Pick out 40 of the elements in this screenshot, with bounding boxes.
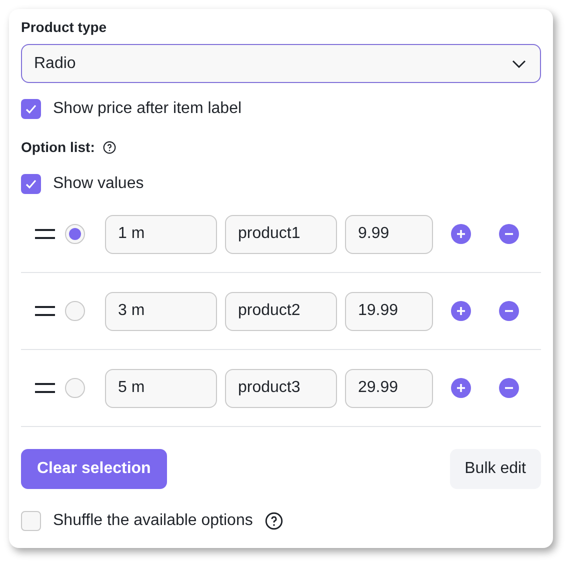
- value-field[interactable]: product3: [225, 368, 337, 408]
- plus-icon: [456, 229, 466, 239]
- price-field[interactable]: 29.99: [345, 368, 433, 408]
- add-button[interactable]: [451, 224, 471, 244]
- bulk-edit-button[interactable]: Bulk edit: [450, 449, 541, 489]
- checkbox[interactable]: [21, 174, 41, 194]
- radio-button[interactable]: [65, 301, 85, 321]
- radio-button[interactable]: [65, 224, 85, 244]
- check-icon: [24, 177, 38, 191]
- chevron-down-icon: [512, 60, 526, 68]
- drag-handle-icon[interactable]: [35, 305, 55, 317]
- checkbox-label: Show price after item label: [53, 99, 242, 119]
- checkbox-label: Show values: [53, 174, 144, 194]
- field-label: Product type: [21, 18, 108, 37]
- drag-handle-icon[interactable]: [35, 382, 55, 394]
- plus-icon: [456, 306, 466, 316]
- value-field[interactable]: product1: [225, 214, 337, 254]
- remove-button[interactable]: [499, 301, 519, 321]
- help-icon: [102, 141, 116, 154]
- add-button[interactable]: [451, 301, 471, 321]
- add-button[interactable]: [451, 378, 471, 398]
- clear-selection-button[interactable]: Clear selection: [21, 449, 167, 489]
- checkbox[interactable]: [21, 99, 41, 119]
- price-field[interactable]: 9.99: [345, 214, 433, 254]
- radio-button[interactable]: [65, 378, 85, 398]
- label-field[interactable]: 3 m: [105, 292, 217, 330]
- label-field[interactable]: 5 m: [105, 368, 217, 408]
- drag-handle-icon[interactable]: [35, 228, 55, 240]
- remove-button[interactable]: [499, 378, 519, 398]
- label-field[interactable]: 1 m: [105, 214, 217, 254]
- checkbox-label: Shuffle the available options: [53, 511, 253, 531]
- value-field[interactable]: product2: [225, 292, 337, 330]
- checkbox[interactable]: [21, 511, 41, 531]
- plus-icon: [456, 383, 466, 393]
- section-label: Option list:: [21, 138, 95, 157]
- check-icon: [24, 102, 38, 116]
- help-icon: [264, 512, 283, 530]
- remove-button[interactable]: [499, 224, 519, 244]
- price-field[interactable]: 19.99: [345, 292, 433, 330]
- product-type-select[interactable]: Radio: [21, 44, 541, 83]
